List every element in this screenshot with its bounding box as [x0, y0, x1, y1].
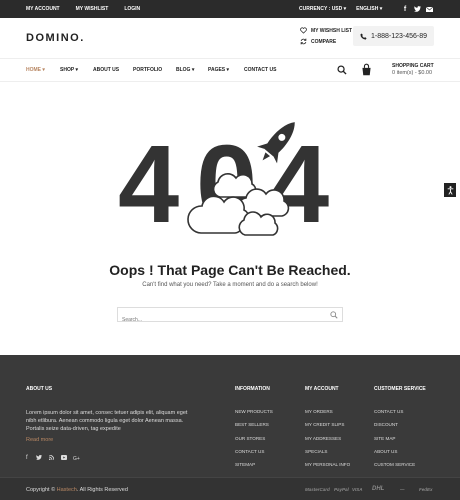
google-plus-icon[interactable]: G+ [73, 456, 80, 462]
mastercard-logo: MasterCard [305, 487, 330, 492]
wishlist-label: MY WISHSH LIST [311, 27, 353, 34]
currency-dropdown[interactable]: CURRENCY : USD [299, 6, 346, 12]
footer-link[interactable]: MY PERSONAL INFO [305, 462, 350, 468]
wishlist-link[interactable]: MY WISHSH LIST [300, 27, 352, 34]
footer-customer-service-heading: CUSTOMER SERVICE [374, 386, 426, 392]
footer-my-account-heading: MY ACCOUNT [305, 386, 339, 392]
footer-link[interactable]: SPECIALS [305, 449, 350, 455]
copyright: Copyright © Hastech. All Rights Reserved [26, 487, 128, 493]
my-account-link[interactable]: MY ACCOUNT [26, 6, 60, 12]
facebook-icon[interactable]: f [399, 3, 411, 15]
footer-link[interactable]: SITE MAP [374, 436, 415, 442]
copyright-suffix: . All Rights Reserved [76, 487, 128, 493]
footer-link[interactable]: OUR STORES [235, 436, 273, 442]
footer-information-links: NEW PRODUCTS BEST SELLERS OUR STORES CON… [235, 409, 273, 468]
heart-icon [300, 27, 307, 34]
search-form [117, 307, 343, 327]
phone-box[interactable]: 1-888-123-456-89 [353, 26, 434, 46]
payment-logo: — [400, 487, 405, 492]
site-logo[interactable]: DOMINO. [26, 32, 85, 44]
main-nav: HOME SHOP ABOUT US PORTFOLIO BLOG PAGES … [0, 58, 460, 82]
footer-link[interactable]: MY CREDIT SLIPS [305, 422, 350, 428]
read-more-link[interactable]: Read more [26, 437, 53, 443]
rss-icon[interactable] [48, 454, 55, 462]
copyright-prefix: Copyright © [26, 487, 56, 493]
error-404-illustration: 4 0 4 [118, 122, 329, 246]
footer-about-text: Lorem ipsum dolor sit amet, consec tetue… [26, 410, 188, 432]
footer-link[interactable]: BEST SELLERS [235, 422, 273, 428]
footer-information-heading: INFORMATION [235, 386, 270, 392]
paypal-logo: PayPal [334, 487, 349, 492]
accessibility-icon [447, 185, 453, 195]
my-wishlist-link[interactable]: MY WISHLIST [76, 6, 109, 12]
youtube-icon[interactable] [61, 455, 67, 462]
visa-logo: VISA [352, 487, 363, 492]
footer-bottom-bar: Copyright © Hastech. All Rights Reserved… [0, 477, 460, 500]
fedex-logo: FedEx [419, 487, 433, 492]
search-input[interactable] [118, 313, 342, 327]
footer-link[interactable]: MY ORDERS [305, 409, 350, 415]
footer-link[interactable]: ABOUT US [374, 449, 415, 455]
cart-summary[interactable]: 0 item(s) - $0.00 [392, 70, 432, 76]
refresh-icon [300, 38, 307, 45]
nav-about-us[interactable]: ABOUT US [93, 67, 119, 73]
language-dropdown[interactable]: ENGLISH [356, 6, 382, 12]
nav-contact-us[interactable]: CONTACT US [244, 67, 276, 73]
nav-portfolio[interactable]: PORTFOLIO [133, 67, 162, 73]
nav-home[interactable]: HOME [26, 67, 45, 73]
accessibility-button[interactable] [444, 183, 456, 197]
twitter-icon[interactable] [36, 455, 42, 462]
copyright-brand-link[interactable]: Hastech [57, 487, 77, 493]
nav-blog[interactable]: BLOG [176, 67, 194, 73]
footer-my-account-links: MY ORDERS MY CREDIT SLIPS MY ADDRESSES S… [305, 409, 350, 468]
compare-link[interactable]: COMPARE [300, 38, 336, 45]
login-link[interactable]: LOGIN [124, 6, 140, 12]
mail-icon[interactable] [423, 3, 435, 15]
footer-link[interactable]: DISCOUNT [374, 422, 415, 428]
shopping-bag-icon[interactable] [360, 63, 373, 76]
footer-about-heading: ABOUT US [26, 386, 53, 392]
error-subtitle: Can't find what you need? Take a moment … [142, 282, 318, 288]
footer-link[interactable]: CONTACT US [374, 409, 415, 415]
site-footer: ABOUT US Lorem ipsum dolor sit amet, con… [0, 355, 460, 500]
top-bar: MY ACCOUNT MY WISHLIST LOGIN CURRENCY : … [0, 0, 460, 18]
error-title: Oops ! That Page Can't Be Reached. [109, 262, 351, 278]
twitter-icon[interactable] [411, 3, 423, 15]
footer-link[interactable]: MY ADDRESSES [305, 436, 350, 442]
footer-link[interactable]: NEW PRODUCTS [235, 409, 273, 415]
dhl-logo: DHL [372, 486, 385, 492]
nav-pages[interactable]: PAGES [208, 67, 229, 73]
search-icon[interactable] [330, 311, 338, 319]
error-code-4-left: 4 [118, 123, 179, 246]
phone-icon [360, 32, 367, 40]
footer-link[interactable]: CONTACT US [235, 449, 273, 455]
footer-customer-service-links: CONTACT US DISCOUNT SITE MAP ABOUT US CU… [374, 409, 415, 468]
search-icon[interactable] [337, 65, 347, 75]
footer-link[interactable]: CUSTOM SERVICE [374, 462, 415, 468]
cart-title[interactable]: SHOPPING CART [392, 63, 434, 69]
compare-label: COMPARE [311, 38, 337, 45]
nav-shop[interactable]: SHOP [60, 67, 78, 73]
facebook-icon[interactable]: f [26, 455, 28, 461]
phone-number: 1-888-123-456-89 [370, 32, 428, 40]
footer-link[interactable]: SITEMAP [235, 462, 273, 468]
